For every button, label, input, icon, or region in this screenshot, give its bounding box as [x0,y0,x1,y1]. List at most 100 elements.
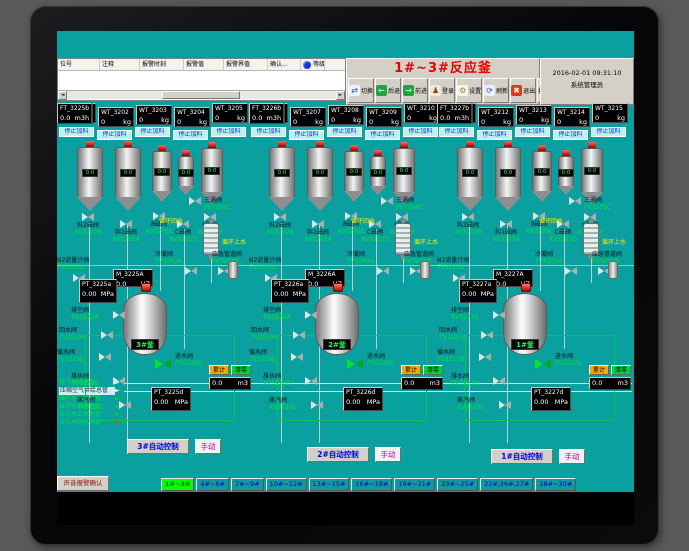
scrollbar-track[interactable] [67,91,336,99]
totalizer-clear-button[interactable]: 清零 [231,365,251,375]
valve-icon[interactable] [479,353,491,361]
totalizer-accumulate-button[interactable]: 累计 [401,365,421,375]
toolbar-button-refresh[interactable]: ⟳ 刷新 [483,78,509,103]
toolbar-button-settings[interactable]: ⚙ 设置 [456,78,482,103]
valve-icon[interactable] [185,267,197,275]
totalizer-accumulate-button[interactable]: 累计 [209,365,229,375]
page-button[interactable]: 7#~9# [231,478,264,491]
manual-mode-button[interactable]: 手动 [559,449,585,464]
hopper-level-display: 0.0 [82,169,98,177]
valve-tag: TV3226A [251,334,315,341]
valve-icon[interactable] [82,213,94,221]
instrument-tag: M_3226A [306,270,344,279]
condenser-supply-label: 循环上水 [222,237,246,246]
valve-icon[interactable] [462,213,474,221]
valve-icon[interactable] [189,197,201,205]
instrument-unit: m3h [75,113,90,123]
toolbar-button-switch[interactable]: ⇄ 切换 [348,78,374,103]
hopper-cone [115,197,141,211]
scrollbar-thumb[interactable] [162,91,240,99]
page-button[interactable]: 4#~6# [196,478,229,491]
toolbar-button-forward[interactable]: → 前进 [402,78,428,103]
valve-tag: XV3225C [77,404,141,411]
valve-icon[interactable] [113,311,125,319]
inlet-valve-icon[interactable] [535,359,551,369]
valve-icon[interactable] [113,377,125,385]
pipe-line [564,229,565,349]
valve-icon[interactable] [381,197,393,205]
valve-name: 回水阀 [439,327,503,334]
valve-icon[interactable] [305,377,317,385]
valve-tag: TV3203A [155,258,182,265]
hopper-cone [307,197,333,211]
valve-icon[interactable] [291,353,303,361]
auto-control-button[interactable]: 3#自动控制 [127,439,189,454]
instrument-tag: WT_3203 [137,106,171,115]
scroll-left-icon[interactable]: ◄ [58,91,67,100]
valve-icon[interactable] [499,401,511,409]
toolbar: ⇄ 切换 ← 后退 → 前进 ♟ 登录 ⚙ [347,78,539,103]
totalizer-accumulate-button[interactable]: 累计 [589,365,609,375]
page-button[interactable]: 10#~12# [266,478,307,491]
valve-icon[interactable] [119,401,131,409]
instrument-tag: WT_3207 [291,108,325,117]
auto-control-button[interactable]: 1#自动控制 [491,449,553,464]
feed-hopper-vessel: 0.0 [344,145,364,202]
page-button[interactable]: 13#~15# [309,478,350,491]
valve-tag: TV3205A [535,258,562,265]
valve-icon[interactable] [293,331,305,339]
valve-icon[interactable] [493,377,505,385]
valve-icon[interactable] [274,213,286,221]
valve-icon[interactable] [120,220,132,228]
valve-icon[interactable] [481,331,493,339]
page-button[interactable]: 28#~30# [535,478,576,491]
page-button[interactable]: 1#~3# [161,478,194,491]
valve-icon[interactable] [311,401,323,409]
valve-tag: XV3227B [451,380,515,387]
valve-icon[interactable] [493,311,505,319]
page-button[interactable]: 23#~25# [437,478,478,491]
instrument-value: 0.00 [154,397,168,407]
hopper-cone [558,186,574,195]
toolbar-button-back[interactable]: ← 后退 [375,78,401,103]
instrument-value: 0 [215,113,219,123]
instrument-value: 0.0 [116,279,126,287]
hopper-body: 0.0 [370,156,386,186]
sound-alarm-ack-button[interactable]: 声音报警确认 [57,476,109,491]
valve-name: 三通阀 [396,197,423,204]
valve-icon[interactable] [377,267,389,275]
instrument-box: WT_3205 0 kg [212,103,248,123]
valve-icon[interactable] [305,311,317,319]
page-button[interactable]: 22#,26#,27# [480,478,533,491]
instrument-value: 0.0 [308,279,318,287]
valve-icon[interactable] [99,353,111,361]
inlet-valve-icon[interactable] [155,359,171,369]
exit-icon: ✖ [511,85,522,96]
manual-mode-button[interactable]: 手动 [375,447,401,462]
totalizer-clear-button[interactable]: 清零 [611,365,631,375]
valve-icon[interactable] [569,197,581,205]
manual-mode-button[interactable]: 手动 [195,439,221,454]
alarm-horizontal-scrollbar[interactable]: ◄ ► [58,90,345,99]
alarm-filter-icon[interactable] [303,61,311,69]
instrument-unit: kg [237,113,245,123]
valve-icon[interactable] [101,331,113,339]
valve-icon[interactable] [312,220,324,228]
instrument-tag: M_3227A [494,270,532,279]
toolbar-button-login[interactable]: ♟ 登录 [429,78,455,103]
page-button[interactable]: 16#~18# [351,478,392,491]
reactor-beacon [141,283,151,292]
scroll-right-icon[interactable]: ► [336,91,345,100]
valve-name: 三通阀 [204,197,231,204]
valve-tag: XV3227C [457,404,521,411]
valve-icon[interactable] [565,267,577,275]
page-button[interactable]: 19#~21# [394,478,435,491]
page-title: 1#~3#反应釜 [347,59,539,78]
valve-icon[interactable] [500,220,512,228]
feed-status-label: 停止加料 [439,127,474,137]
instrument-tag: PT_3225a [80,280,116,289]
inlet-valve-icon[interactable] [347,359,363,369]
toolbar-button-exit[interactable]: ✖ 退出 [510,78,536,103]
auto-control-button[interactable]: 2#自动控制 [307,447,369,462]
instrument-box: WT_3204 0 kg [174,107,210,127]
